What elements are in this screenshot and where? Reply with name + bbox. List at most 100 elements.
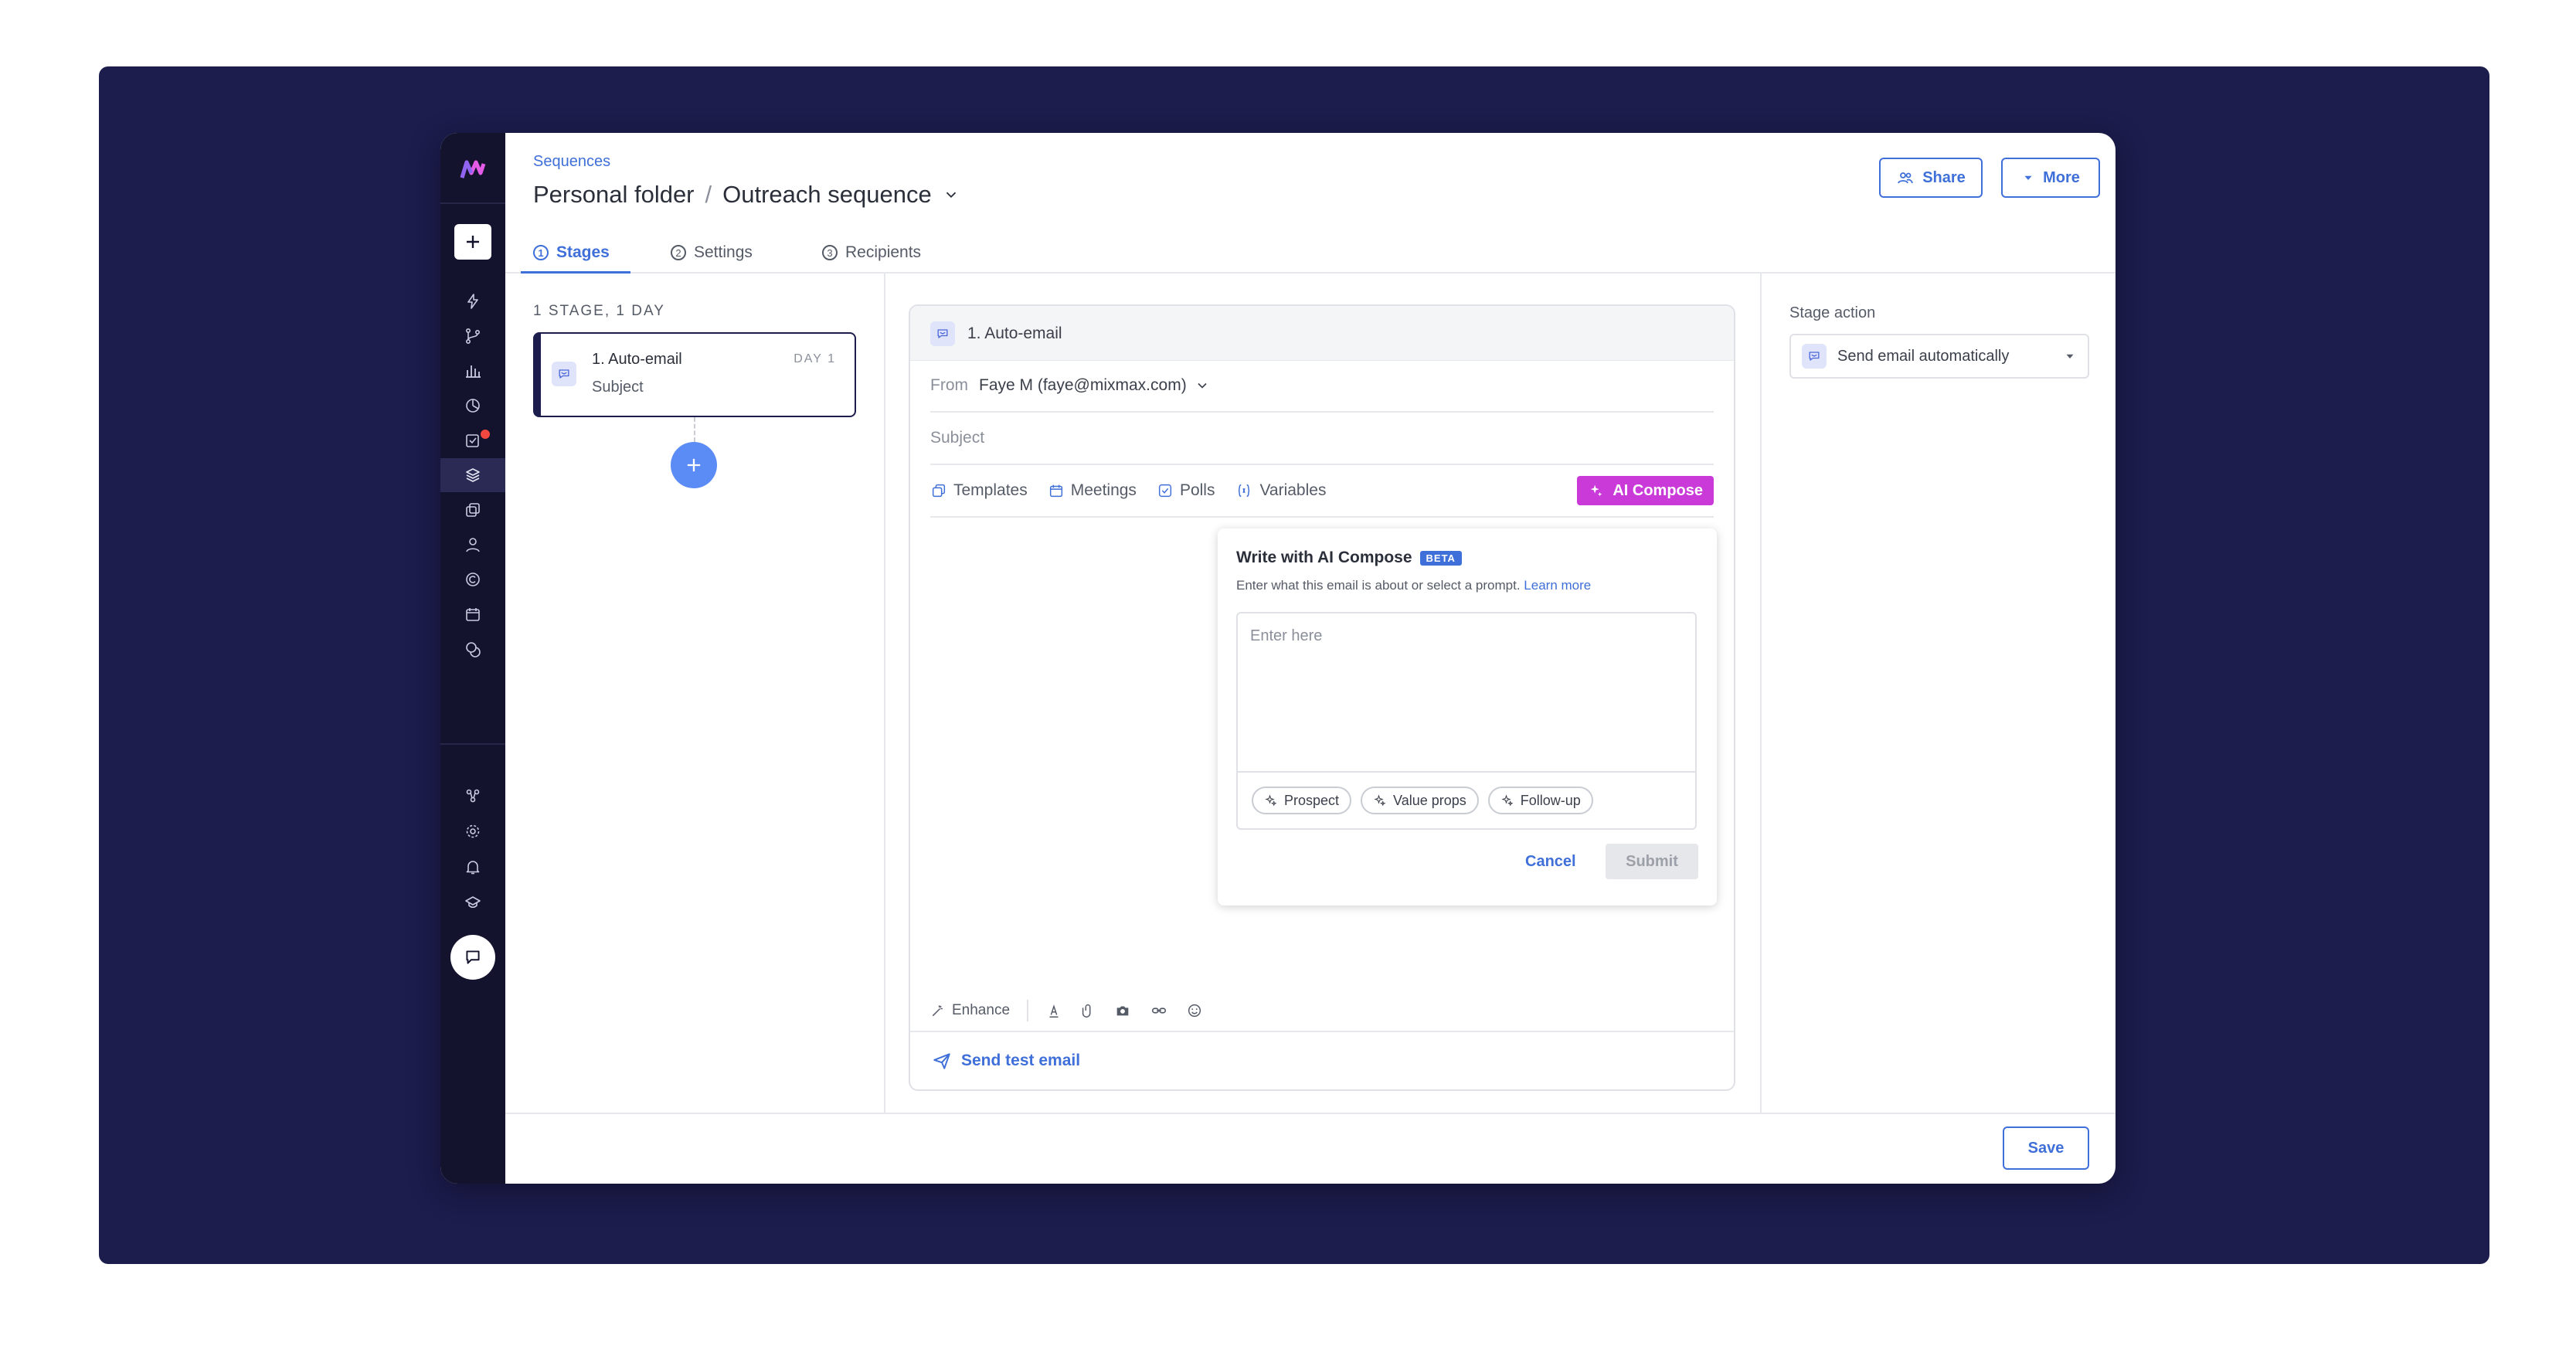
sequence-name[interactable]: Outreach sequence bbox=[722, 181, 932, 209]
copy-icon bbox=[932, 484, 946, 498]
send-test-email-label: Send test email bbox=[961, 1052, 1081, 1069]
subject-row[interactable]: Subject bbox=[930, 413, 1714, 465]
ai-compose-popover: Write with AI Compose BETA Enter what th… bbox=[1218, 528, 1717, 906]
new-button[interactable] bbox=[454, 224, 491, 260]
breadcrumb-sequences[interactable]: Sequences bbox=[533, 153, 610, 171]
stage-card[interactable]: 1. Auto-email Subject DAY 1 bbox=[533, 332, 856, 417]
copyright-circle-icon bbox=[466, 573, 480, 586]
from-label: From bbox=[930, 376, 968, 394]
toolbar-divider bbox=[1027, 1000, 1029, 1021]
editor-toolbar: Templates Meetings Polls Variables AI Co… bbox=[930, 465, 1714, 518]
title-separator: / bbox=[705, 181, 712, 208]
emoji-icon[interactable] bbox=[1186, 1002, 1203, 1019]
ai-compose-button[interactable]: AI Compose bbox=[1577, 476, 1714, 505]
meetings-label: Meetings bbox=[1070, 481, 1137, 499]
link-icon[interactable] bbox=[1149, 1002, 1169, 1019]
mixmax-logo-icon[interactable] bbox=[457, 155, 488, 185]
chip-label: Follow-up bbox=[1520, 792, 1581, 808]
braces-icon bbox=[1239, 484, 1250, 498]
sidebar-item-tasks[interactable] bbox=[440, 423, 505, 457]
stage-action-value: Send email automatically bbox=[1837, 347, 2010, 365]
format-toolbar: Enhance bbox=[930, 995, 1203, 1026]
people-icon bbox=[1898, 172, 1914, 184]
prompt-input[interactable]: Enter here bbox=[1250, 627, 1322, 645]
enhance-button[interactable]: Enhance bbox=[930, 1002, 1010, 1019]
graduation-cap-icon bbox=[465, 896, 481, 909]
chat-icon bbox=[466, 950, 480, 964]
folder-name[interactable]: Personal folder bbox=[533, 181, 695, 209]
sidebar-item-sequences[interactable] bbox=[440, 458, 505, 492]
learn-more-link[interactable]: Learn more bbox=[1524, 578, 1591, 593]
branch-icon bbox=[465, 328, 481, 344]
chat-bubbles-icon bbox=[466, 642, 481, 658]
sidebar-item-contacts[interactable] bbox=[440, 528, 505, 562]
tab-number: 1 bbox=[533, 245, 549, 260]
save-button[interactable]: Save bbox=[2003, 1126, 2089, 1170]
sidebar-item-settings[interactable] bbox=[440, 814, 505, 848]
email-icon bbox=[552, 362, 576, 386]
sidebar bbox=[440, 133, 505, 1184]
sidebar-item-branch[interactable] bbox=[440, 319, 505, 353]
from-row[interactable]: From Faye M (faye@mixmax.com) bbox=[930, 360, 1714, 413]
sidebar-item-messages[interactable] bbox=[440, 632, 505, 666]
sidebar-item-integrations[interactable] bbox=[440, 779, 505, 813]
sparkle-icon bbox=[1501, 794, 1514, 807]
page-title: Personal folder / Outreach sequence bbox=[533, 181, 960, 209]
tab-bar: 1 Stages 2 Settings 3 Recipients bbox=[505, 233, 2116, 274]
person-icon bbox=[466, 538, 480, 552]
sidebar-item-reports[interactable] bbox=[440, 354, 505, 388]
stage-action-select[interactable]: Send email automatically bbox=[1789, 334, 2089, 379]
tab-recipients[interactable]: 3 Recipients bbox=[822, 233, 921, 272]
chip-follow-up[interactable]: Follow-up bbox=[1487, 787, 1593, 814]
stage-summary: 1 STAGE, 1 DAY bbox=[533, 303, 665, 319]
editor-stage-label: 1. Auto-email bbox=[967, 325, 1062, 342]
gear-icon bbox=[466, 824, 480, 838]
tab-stages[interactable]: 1 Stages bbox=[533, 233, 610, 272]
cancel-button[interactable]: Cancel bbox=[1525, 853, 1576, 871]
chevron-down-icon[interactable] bbox=[1195, 378, 1210, 393]
sidebar-item-analytics[interactable] bbox=[440, 389, 505, 423]
subject-input[interactable]: Subject bbox=[930, 429, 984, 447]
more-button[interactable]: More bbox=[2001, 158, 2100, 198]
sidebar-item-templates[interactable] bbox=[440, 493, 505, 527]
chip-label: Value props bbox=[1393, 792, 1466, 808]
meetings-button[interactable]: Meetings bbox=[1048, 481, 1137, 500]
sidebar-item-companies[interactable] bbox=[440, 562, 505, 596]
caret-down-icon bbox=[2024, 175, 2032, 180]
chip-prospect[interactable]: Prospect bbox=[1252, 787, 1352, 814]
support-chat-button[interactable] bbox=[450, 935, 495, 980]
send-test-email-button[interactable]: Send test email bbox=[910, 1031, 1734, 1089]
add-stage-button[interactable] bbox=[671, 442, 717, 488]
plus-icon bbox=[467, 236, 479, 248]
chip-value-props[interactable]: Value props bbox=[1361, 787, 1479, 814]
paperclip-icon[interactable] bbox=[1079, 1002, 1096, 1019]
sidebar-item-notifications[interactable] bbox=[440, 850, 505, 884]
variables-button[interactable]: Variables bbox=[1235, 481, 1326, 500]
tab-settings[interactable]: 2 Settings bbox=[671, 233, 753, 272]
polls-button[interactable]: Polls bbox=[1157, 481, 1215, 500]
more-label: More bbox=[2043, 168, 2080, 186]
prompt-chips: Prospect Value props Follow-up bbox=[1238, 771, 1695, 828]
enhance-label: Enhance bbox=[952, 1002, 1011, 1018]
share-button[interactable]: Share bbox=[1879, 158, 1983, 198]
chevron-down-icon[interactable] bbox=[943, 186, 960, 203]
sidebar-item-calendar[interactable] bbox=[440, 597, 505, 631]
variables-label: Variables bbox=[1259, 481, 1327, 499]
camera-icon[interactable] bbox=[1113, 1002, 1132, 1019]
stage-action-label: Stage action bbox=[1789, 304, 1876, 321]
from-value[interactable]: Faye M (faye@mixmax.com) bbox=[979, 376, 1187, 395]
ai-compose-title: Write with AI Compose BETA bbox=[1236, 549, 1462, 567]
submit-button[interactable]: Submit bbox=[1606, 844, 1698, 879]
calendar-icon bbox=[466, 608, 480, 621]
templates-button[interactable]: Templates bbox=[930, 481, 1028, 500]
editor-header: 1. Auto-email bbox=[910, 306, 1734, 361]
sidebar-item-lightning[interactable] bbox=[440, 284, 505, 318]
text-format-icon[interactable] bbox=[1045, 1002, 1062, 1019]
stage-connector bbox=[694, 417, 695, 442]
ai-compose-description-text: Enter what this email is about or select… bbox=[1236, 578, 1521, 593]
integrations-icon bbox=[466, 789, 480, 803]
bar-chart-icon bbox=[466, 365, 481, 378]
share-label: Share bbox=[1922, 168, 1966, 186]
email-icon bbox=[1802, 344, 1827, 369]
sidebar-item-learning[interactable] bbox=[440, 885, 505, 919]
